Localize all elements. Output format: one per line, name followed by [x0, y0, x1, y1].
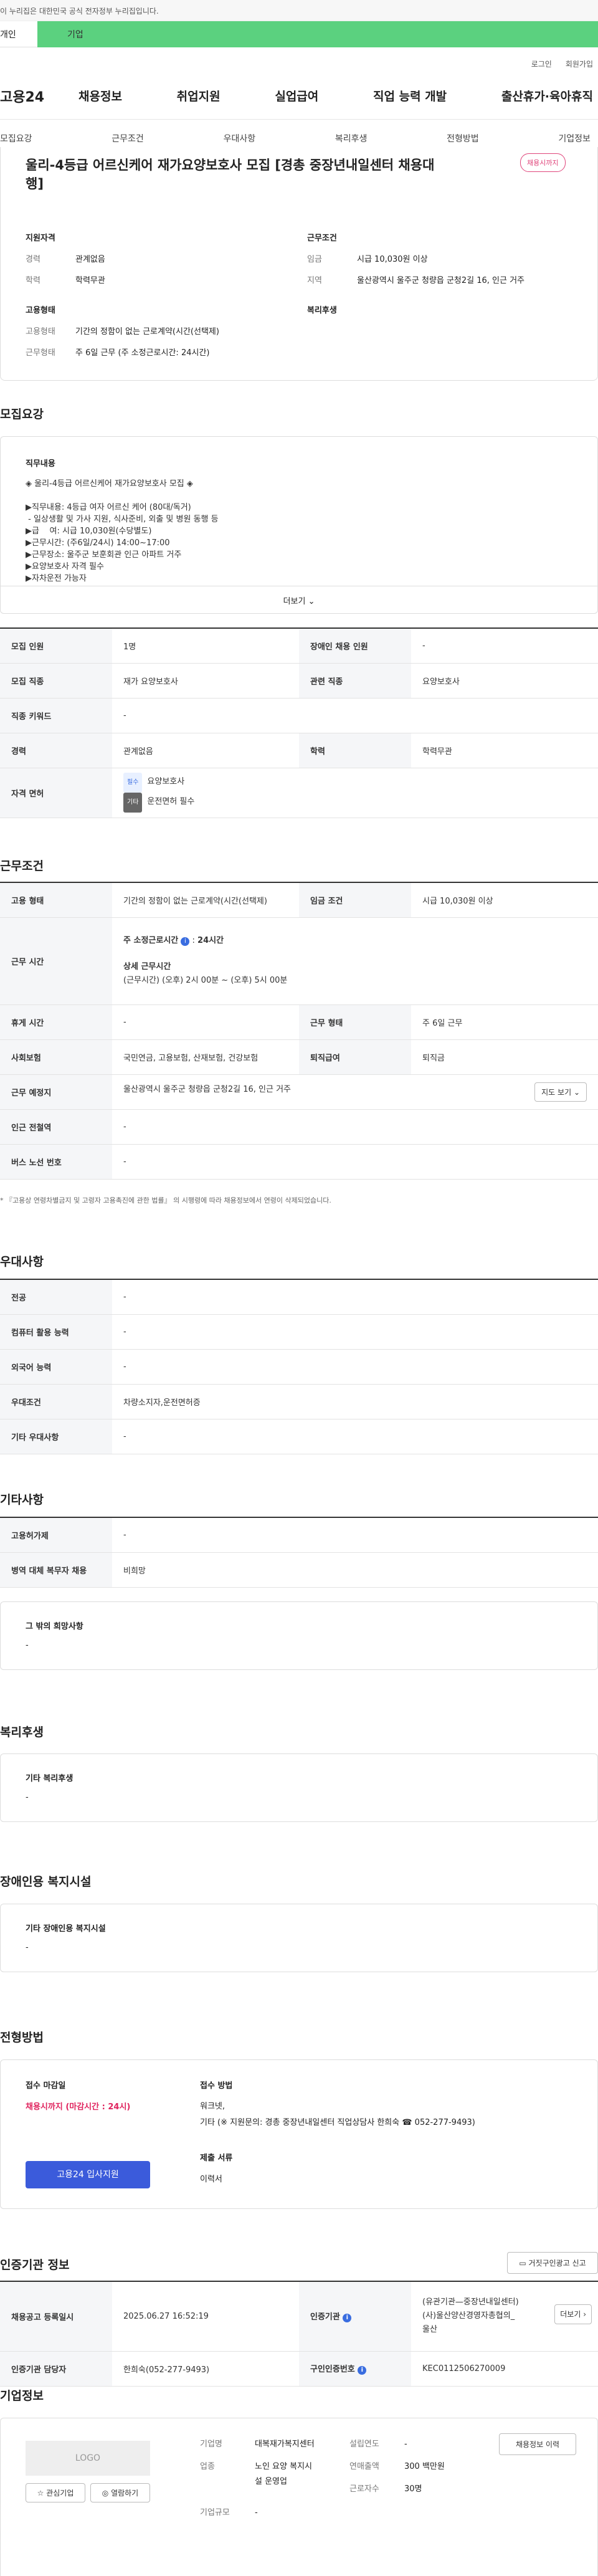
- menu-jobs[interactable]: 채용정보: [78, 87, 122, 104]
- utility-links: 로그인 회원가입: [0, 47, 598, 72]
- tab-conditions[interactable]: 근무조건: [112, 132, 144, 145]
- other-tag: 기타: [123, 793, 143, 813]
- info-icon[interactable]: i: [343, 2314, 352, 2323]
- value-headcount: 1명: [112, 628, 299, 664]
- tab-preferences[interactable]: 우대사항: [224, 132, 256, 145]
- company-logo-placeholder: LOGO: [26, 2441, 150, 2476]
- gov-notice-bar: 이 누리집은 대한민국 공식 전자정부 누리집입니다.: [0, 0, 598, 21]
- job-desc-line: ▶근무장소: 울주군 보훈회관 인근 아파트 거주: [26, 550, 182, 560]
- menu-skills-development[interactable]: 직업 능력 개발: [373, 87, 447, 104]
- summary-left: 지원자격 경력 관계없음 학력 학력무관 고용형태 고용형태 기간의 정함이 없는 근…: [26, 234, 219, 358]
- agency-more-button[interactable]: 더보기 ›: [554, 2304, 592, 2324]
- global-nav: 고용24 채용정보 취업지원 실업급여 직업 능력 개발 출산휴가·육아휴직: [0, 72, 598, 120]
- summary-right: 근무조건 임금 시급 10,030원 이상 지역 울산광역시 울주군 청량읍 군청2…: [307, 234, 525, 315]
- job-summary-card: 울리-4등급 어르신케어 재가요양보호사 모집 [경총 중장년내일센터 채용대 행…: [0, 147, 598, 381]
- eye-icon: ◎: [102, 2489, 109, 2497]
- apply-button[interactable]: 고용24 입사지원: [26, 2161, 150, 2188]
- chevron-down-icon: ⌄: [308, 597, 315, 606]
- star-icon: ☆: [37, 2489, 44, 2497]
- main-menu: 채용정보 취업지원 실업급여 직업 능력 개발 출산휴가·육아휴직: [78, 87, 598, 104]
- more-button[interactable]: 더보기 ⌄: [1, 586, 597, 613]
- welfare-box: 기타 복리후생 -: [0, 1753, 598, 1822]
- label-headcount: 모집 인원: [0, 628, 112, 664]
- tab-recruit[interactable]: 모집요강: [0, 132, 32, 145]
- user-type-tabs: 개인 기업: [0, 21, 598, 47]
- label-license: 자격 면허: [0, 768, 112, 818]
- gov-notice-text: 이 누리집은 대한민국 공식 전자정부 누리집입니다.: [0, 7, 159, 16]
- job-desc-line: ▶근무시간: (주6일/24시) 14:00~17:00: [26, 538, 170, 548]
- deadline-badge: 채용시까지: [520, 153, 566, 172]
- menu-parental-leave[interactable]: 출산휴가·육아휴직: [501, 87, 593, 104]
- job-desc-line: ▶요양보호사 자격 필수: [26, 562, 104, 571]
- agency-table: 채용공고 등록일시 2025.06.27 16:52:19 인증기관 i (유관기관…: [0, 2281, 598, 2387]
- recruit-history-button[interactable]: 채용정보 이력: [499, 2433, 576, 2455]
- info-icon[interactable]: i: [181, 937, 190, 946]
- job-desc-text: ◈ 울리-4등급 어르신케어 재가요양보호사 모집 ◈ ▶직무내용: 4등급 여자…: [26, 478, 219, 584]
- tab-company[interactable]: 기업: [37, 21, 598, 47]
- recruit-table: 모집 인원 1명 장애인 채용 인원 - 모집 직종 재가 요양보호사 관련 직종 요양보호…: [0, 627, 598, 818]
- favorite-company-button[interactable]: ☆ 관심기업: [26, 2483, 85, 2502]
- menu-unemployment-benefit[interactable]: 실업급여: [275, 87, 318, 104]
- job-desc-line: ▶자차운전 가능자: [26, 574, 87, 583]
- job-desc-line: ▶급 여: 시급 10,030원(수당별도): [26, 527, 152, 536]
- job-desc-line: [26, 490, 219, 502]
- tab-company[interactable]: 기업정보: [558, 132, 591, 145]
- etc-table: 고용허가제 - 병역 대체 복무자 채용 비희망: [0, 1517, 598, 1588]
- tab-personal[interactable]: 개인: [0, 21, 37, 47]
- job-description-box: 직무내용 ◈ 울리-4등급 어르신케어 재가요양보호사 모집 ◈ ▶직무내용: 4…: [0, 436, 598, 614]
- disability-box: 기타 장애인용 복지시설 -: [0, 1904, 598, 1972]
- site-logo[interactable]: 고용24: [0, 86, 78, 106]
- recruit-section-title: 모집요강: [0, 408, 44, 421]
- age-notice: * 『고용상 연령차별금지 및 고령자 고용촉진에 관한 법률』 의 시행령에 …: [0, 1196, 331, 1205]
- tab-welfare[interactable]: 복리후생: [335, 132, 368, 145]
- login-link[interactable]: 로그인: [531, 59, 552, 72]
- method-value: 워크넷, 기타 (※ 지원문의: 경총 중장년내일센터 직업상담사 한희숙 ☎ 0…: [200, 2102, 475, 2127]
- job-desc-line: - 일상생활 및 가사 지원, 식사준비, 외출 및 병원 동행 등: [26, 515, 219, 524]
- preferences-table: 전공 - 컴퓨터 활용 능력 - 외국어 능력 - 우대조건 차량소지자,운전면허증 기…: [0, 1279, 598, 1454]
- job-desc-line: ▶직무내용: 4등급 여자 어르신 케어 (80대/독거): [26, 503, 191, 512]
- view-company-button[interactable]: ◎ 열람하기: [90, 2483, 150, 2502]
- etc-section-title: 기타사항: [0, 1493, 44, 1507]
- signup-link[interactable]: 회원가입: [566, 59, 593, 72]
- job-desc-line: ◈ 울리-4등급 어르신케어 재가요양보호사 모집 ◈: [26, 479, 193, 489]
- other-wishes-box: 그 밖의 희망사항 -: [0, 1601, 598, 1670]
- company-box: LOGO ☆ 관심기업 ◎ 열람하기 기업명 대복재가복지센터 설립연도 - 업종 노…: [0, 2418, 598, 2576]
- screening-box: 접수 마감일 채용시까지 (마감시간 : 24시) 고용24 입사지원 접수 방…: [0, 2059, 598, 2209]
- job-desc-heading: 직무내용: [26, 459, 55, 469]
- conditions-section-title: 근무조건: [0, 859, 44, 873]
- conditions-table: 고용 형태 기간의 정함이 없는 근로계약(시간(선택제) 임금 조건 시급 10,0…: [0, 882, 598, 1180]
- menu-employment-support[interactable]: 취업지원: [177, 87, 221, 104]
- job-title: 울리-4등급 어르신케어 재가요양보호사 모집 [경총 중장년내일센터 채용대 행…: [26, 158, 435, 191]
- report-false-ad-button[interactable]: ▭ 거짓구인광고 신고: [507, 2252, 598, 2274]
- info-icon[interactable]: i: [358, 2366, 367, 2375]
- required-tag: 필수: [123, 773, 143, 793]
- deadline-value: 채용시까지 (마감시간 : 24시): [26, 2102, 131, 2112]
- preferences-section-title: 우대사항: [0, 1255, 44, 1269]
- tab-screening[interactable]: 전형방법: [447, 132, 479, 145]
- document-icon: ▭: [519, 2259, 526, 2268]
- agency-section-title: 인증기관 정보: [0, 2258, 70, 2272]
- company-section-title: 기업정보: [0, 2389, 44, 2403]
- map-button[interactable]: 지도 보기 ⌄: [534, 1082, 587, 1102]
- disability-section-title: 장애인용 복지시설: [0, 1875, 92, 1889]
- welfare-section-title: 복리후생: [0, 1725, 44, 1739]
- screening-section-title: 전형방법: [0, 2031, 44, 2044]
